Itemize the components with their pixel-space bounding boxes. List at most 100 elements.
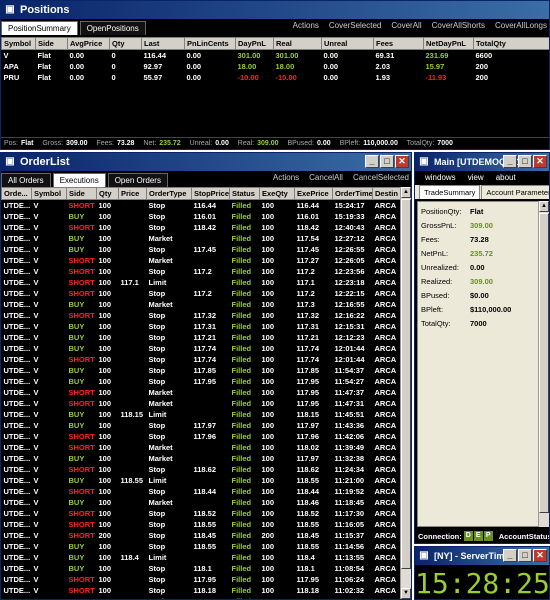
orderlist-titlebar[interactable]: ▣ OrderList _ □ ✕ [1, 153, 411, 171]
order-row[interactable]: UTDE... V SHORT 100 Stop 117.2 Filled 100 117.2 1… [2, 266, 401, 277]
tab-openpositions[interactable]: OpenPositions [79, 21, 146, 35]
column-header-netdaypnl[interactable]: NetDayPnL [423, 37, 474, 50]
order-row[interactable]: UTDE... V SHORT 100 Market Filled 100 117.95 11:… [2, 398, 401, 409]
main-titlebar[interactable]: ▣ Main [UTDEMOQ371] _ □ ✕ [415, 153, 549, 171]
column-header-pnlincents[interactable]: PnLinCents [184, 37, 236, 50]
column-header-real[interactable]: Real [273, 37, 322, 50]
order-row[interactable]: UTDE... V BUY 100 Stop 116.01 Filled 100 116.01 1… [2, 211, 401, 222]
position-row[interactable]: V Flat 0.00 0 116.44 0.00 301.00 301.00 0.00 69.3… [2, 50, 550, 61]
tab-executions[interactable]: Executions [52, 173, 106, 187]
order-row[interactable]: UTDE... V BUY 100 Stop 117.97 Filled 100 117.97 1… [2, 420, 401, 431]
maximize-button[interactable]: □ [518, 155, 532, 168]
column-header-exeqty[interactable]: ExeQty [259, 187, 295, 200]
order-row[interactable]: UTDE... V BUY 100 Stop 117.31 Filled 100 117.31 1… [2, 321, 401, 332]
order-row[interactable]: UTDE... V BUY 100 118.4 Limit Filled 100 118.4 11… [2, 552, 401, 563]
order-row[interactable]: UTDE... V BUY 100 118.55 Limit Filled 100 118.55… [2, 475, 401, 486]
column-header-side[interactable]: Side [66, 187, 97, 200]
maximize-button[interactable]: □ [518, 549, 532, 562]
order-row[interactable]: UTDE... V SHORT 100 Market Filled 100 117.27 12:… [2, 255, 401, 266]
close-button[interactable]: ✕ [533, 549, 547, 562]
positions-titlebar[interactable]: ▣ Positions [1, 1, 549, 19]
column-header-side[interactable]: Side [35, 37, 68, 50]
order-row[interactable]: UTDE... V BUY 100 Stop 117.95 Filled 100 117.95 1… [2, 376, 401, 387]
position-row[interactable]: PRU Flat 0.00 0 55.97 0.00 -10.00 -10.00 0.00 1.9… [2, 72, 550, 83]
menu-cancelall[interactable]: CancelAll [309, 173, 343, 182]
order-row[interactable]: UTDE... V BUY 100 Stop 118.1 Filled 100 118.1 11:… [2, 563, 401, 574]
order-row[interactable]: UTDE... V SHORT 100 Stop 118.18 Filled 100 118.1… [2, 585, 401, 596]
order-row[interactable]: UTDE... V BUY 100 Market Filled 100 117.54 12:27… [2, 233, 401, 244]
order-row[interactable]: UTDE... V SHORT 100 Market Filled 100 117.95 11:… [2, 387, 401, 398]
order-row[interactable]: UTDE... V SHORT 100 Stop 117.32 Filled 100 117.3… [2, 310, 401, 321]
order-row[interactable]: UTDE... V SHORT 100 117.1 Limit Filled 100 117.1… [2, 277, 401, 288]
order-row[interactable]: UTDE... V BUY 100 Market Filled 100 118.46 11:18… [2, 497, 401, 508]
menu-coverall[interactable]: CoverAll [391, 21, 421, 30]
order-row[interactable]: UTDE... V SHORT 100 Stop 118.62 Filled 100 118.6… [2, 464, 401, 475]
order-row[interactable]: UTDE... V SHORT 100 Stop 117.74 Filled 100 117.7… [2, 354, 401, 365]
column-header-stopprice[interactable]: StopPrice [191, 187, 230, 200]
minimize-button[interactable]: _ [503, 155, 517, 168]
column-header-unreal[interactable]: Unreal [321, 37, 374, 50]
order-row[interactable]: UTDE... V SHORT 100 Market Filled 100 118.02 11:… [2, 442, 401, 453]
column-header-exeprice[interactable]: ExePrice [294, 187, 333, 200]
column-header-last[interactable]: Last [141, 37, 185, 50]
menu-actions[interactable]: Actions [293, 21, 319, 30]
menu-coverselected[interactable]: CoverSelected [329, 21, 381, 30]
column-header-price[interactable]: Price [118, 187, 147, 200]
tab-open-orders[interactable]: Open Orders [107, 173, 168, 187]
column-header-ordertime[interactable]: OrderTime [332, 187, 373, 200]
order-row[interactable]: UTDE... V BUY 100 Stop 117.45 Filled 100 117.45 1… [2, 244, 401, 255]
column-header-symbol[interactable]: Symbol [1, 37, 36, 50]
column-header-daypnl[interactable]: DayPnL [235, 37, 274, 50]
order-row[interactable]: UTDE... V SHORT 100 Stop 118.55 Filled 100 118.5… [2, 519, 401, 530]
order-row[interactable]: UTDE... V SHORT 100 Stop 116.44 Filled 100 116.4… [2, 200, 401, 211]
column-header-avgprice[interactable]: AvgPrice [67, 37, 110, 50]
order-row[interactable]: UTDE... V SHORT 100 Stop 117.2 Filled 100 117.2 1… [2, 288, 401, 299]
tab-all-orders[interactable]: All Orders [1, 173, 51, 187]
column-header-totalqty[interactable]: TotalQty [473, 37, 549, 50]
order-row[interactable]: UTDE... V SHORT 100 Stop 117.96 Filled 100 117.9… [2, 431, 401, 442]
order-row[interactable]: UTDE... V SHORT 100 Stop 118.52 Filled 100 118.5… [2, 508, 401, 519]
scroll-up-arrow-icon[interactable]: ▲ [401, 187, 411, 198]
order-row[interactable]: UTDE... V SHORT 100 Stop 118.44 Filled 100 118.4… [2, 486, 401, 497]
column-header-symbol[interactable]: Symbol [31, 187, 67, 200]
close-button[interactable]: ✕ [395, 155, 409, 168]
order-row[interactable]: UTDE... V BUY 100 Stop 117.74 Filled 100 117.74 1… [2, 343, 401, 354]
order-row[interactable]: UTDE... V SHORT 100 Stop 117.95 Filled 100 117.9… [2, 574, 401, 585]
column-header-ordertype[interactable]: OrderType [146, 187, 192, 200]
column-header-status[interactable]: Status [229, 187, 260, 200]
order-row[interactable]: UTDE... V SHORT 100 Stop 118.42 Filled 100 118.4… [2, 222, 401, 233]
menu-actions[interactable]: Actions [273, 173, 299, 182]
menu-coverallshorts[interactable]: CoverAllShorts [432, 21, 485, 30]
position-row[interactable]: APA Flat 0.00 0 92.97 0.00 18.00 18.00 0.00 2.03 1… [2, 61, 550, 72]
column-header-destin[interactable]: Destin [372, 187, 400, 200]
close-button[interactable]: ✕ [533, 155, 547, 168]
scroll-down-arrow-icon[interactable]: ▼ [401, 588, 411, 599]
orderlist-scrollbar[interactable]: ▲ ▼ [400, 187, 411, 599]
tab-tradesummary[interactable]: TradeSummary [419, 185, 481, 199]
column-header-fees[interactable]: Fees [373, 37, 424, 50]
order-row[interactable]: UTDE... V BUY 100 Market Filled 100 117.97 11:32… [2, 453, 401, 464]
minimize-button[interactable]: _ [503, 549, 517, 562]
tab-account-parameters[interactable]: Account Parameters [481, 185, 549, 199]
order-row[interactable]: UTDE... V BUY 100 118.15 Limit Filled 100 118.15… [2, 409, 401, 420]
menu-view[interactable]: view [468, 173, 484, 185]
order-row[interactable]: UTDE... V BUY 100 Stop 117.85 Filled 100 117.85 1… [2, 365, 401, 376]
order-row[interactable]: UTDE...VBUY100MarketFilled100117.8910:56… [2, 596, 401, 600]
minimize-button[interactable]: _ [365, 155, 379, 168]
column-header-qty[interactable]: Qty [96, 187, 119, 200]
order-row[interactable]: UTDE... V SHORT 200 Stop 118.45 Filled 200 118.4… [2, 530, 401, 541]
menu-about[interactable]: about [496, 173, 516, 185]
order-row[interactable]: UTDE... V BUY 100 Stop 117.21 Filled 100 117.21 1… [2, 332, 401, 343]
main-scrollbar[interactable]: ▲ [538, 201, 549, 527]
menu-coveralllongs[interactable]: CoverAllLongs [495, 21, 547, 30]
scroll-up-arrow-icon[interactable]: ▲ [539, 201, 549, 212]
order-row[interactable]: UTDE... V BUY 100 Stop 118.55 Filled 100 118.55 1… [2, 541, 401, 552]
column-header-orde[interactable]: Orde... [1, 187, 32, 200]
scroll-thumb[interactable] [401, 199, 411, 569]
menu-cancelselected[interactable]: CancelSelected [353, 173, 409, 182]
servertime-titlebar[interactable]: ▣ [NY] - ServerTime _ □ ✕ [415, 547, 549, 565]
column-header-qty[interactable]: Qty [109, 37, 142, 50]
maximize-button[interactable]: □ [380, 155, 394, 168]
tab-positionsummary[interactable]: PositionSummary [1, 21, 78, 35]
menu-windows[interactable]: windows [425, 173, 456, 185]
